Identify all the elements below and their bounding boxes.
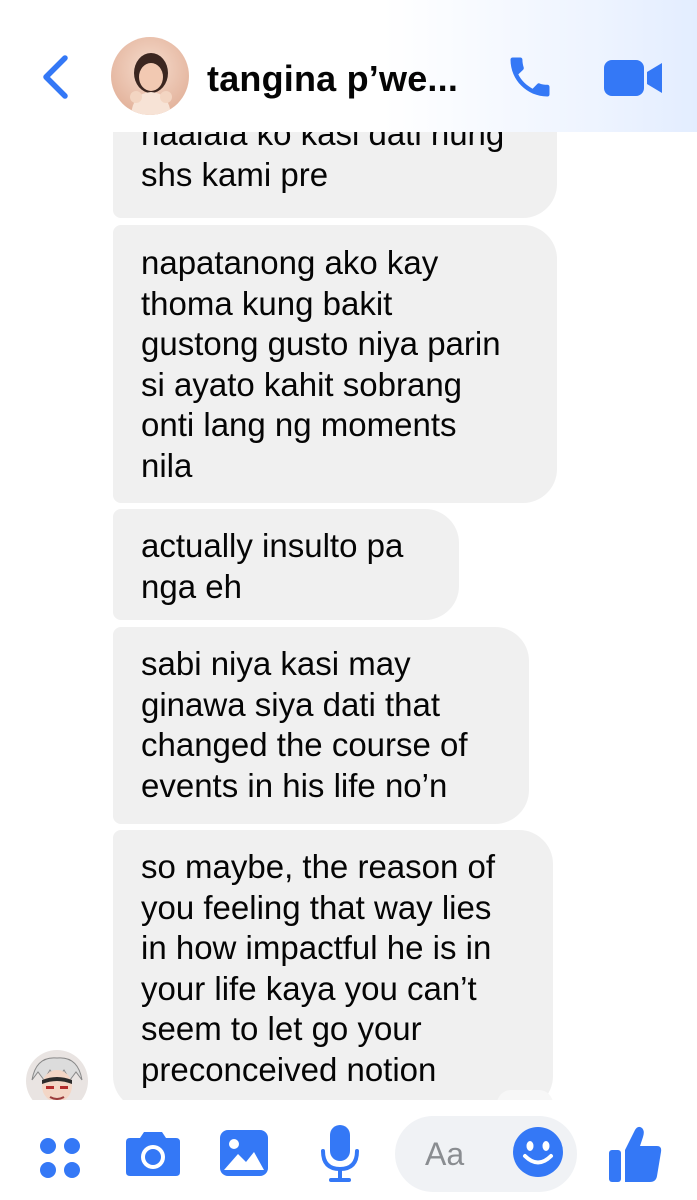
chat-header: tangina p’we... <box>0 0 697 132</box>
thumbs-up-icon <box>609 1126 662 1182</box>
chat-title[interactable]: tangina p’we... <box>207 58 467 100</box>
sender-avatar[interactable] <box>26 1050 88 1100</box>
message-input[interactable] <box>425 1132 505 1176</box>
message-bubble[interactable]: sabi niya kasi may ginawa siya dati that… <box>113 627 529 824</box>
gallery-button[interactable] <box>214 1125 274 1181</box>
more-actions-button[interactable] <box>32 1130 88 1186</box>
phone-icon <box>510 57 550 97</box>
message-bubble[interactable]: naalala ko kasi dati nung shs kami pre <box>113 132 557 218</box>
composer-bar <box>0 1100 697 1200</box>
chevron-left-icon <box>43 55 68 99</box>
audio-call-button[interactable] <box>500 47 560 107</box>
video-call-button[interactable] <box>598 52 668 104</box>
microphone-icon <box>321 1125 359 1182</box>
message-list[interactable]: naalala ko kasi dati nung shs kami pre n… <box>0 132 697 1100</box>
camera-button[interactable] <box>122 1125 184 1181</box>
emoji-icon <box>513 1127 563 1177</box>
message-bubble[interactable]: so maybe, the reason of you feeling that… <box>113 830 553 1100</box>
image-gallery-icon <box>220 1130 268 1176</box>
reaction-indicator <box>497 1090 553 1100</box>
voice-message-button[interactable] <box>312 1120 368 1186</box>
message-bubble[interactable]: actually insulto pa nga eh <box>113 509 459 620</box>
message-bubble[interactable]: napatanong ako kay thoma kung bakit gust… <box>113 225 557 503</box>
camera-icon <box>126 1132 180 1176</box>
emoji-button[interactable] <box>510 1124 566 1180</box>
like-button[interactable] <box>605 1122 665 1186</box>
four-dots-menu-icon <box>40 1138 80 1178</box>
back-button[interactable] <box>30 48 80 106</box>
chat-avatar[interactable] <box>111 37 189 115</box>
video-camera-icon <box>604 60 662 96</box>
